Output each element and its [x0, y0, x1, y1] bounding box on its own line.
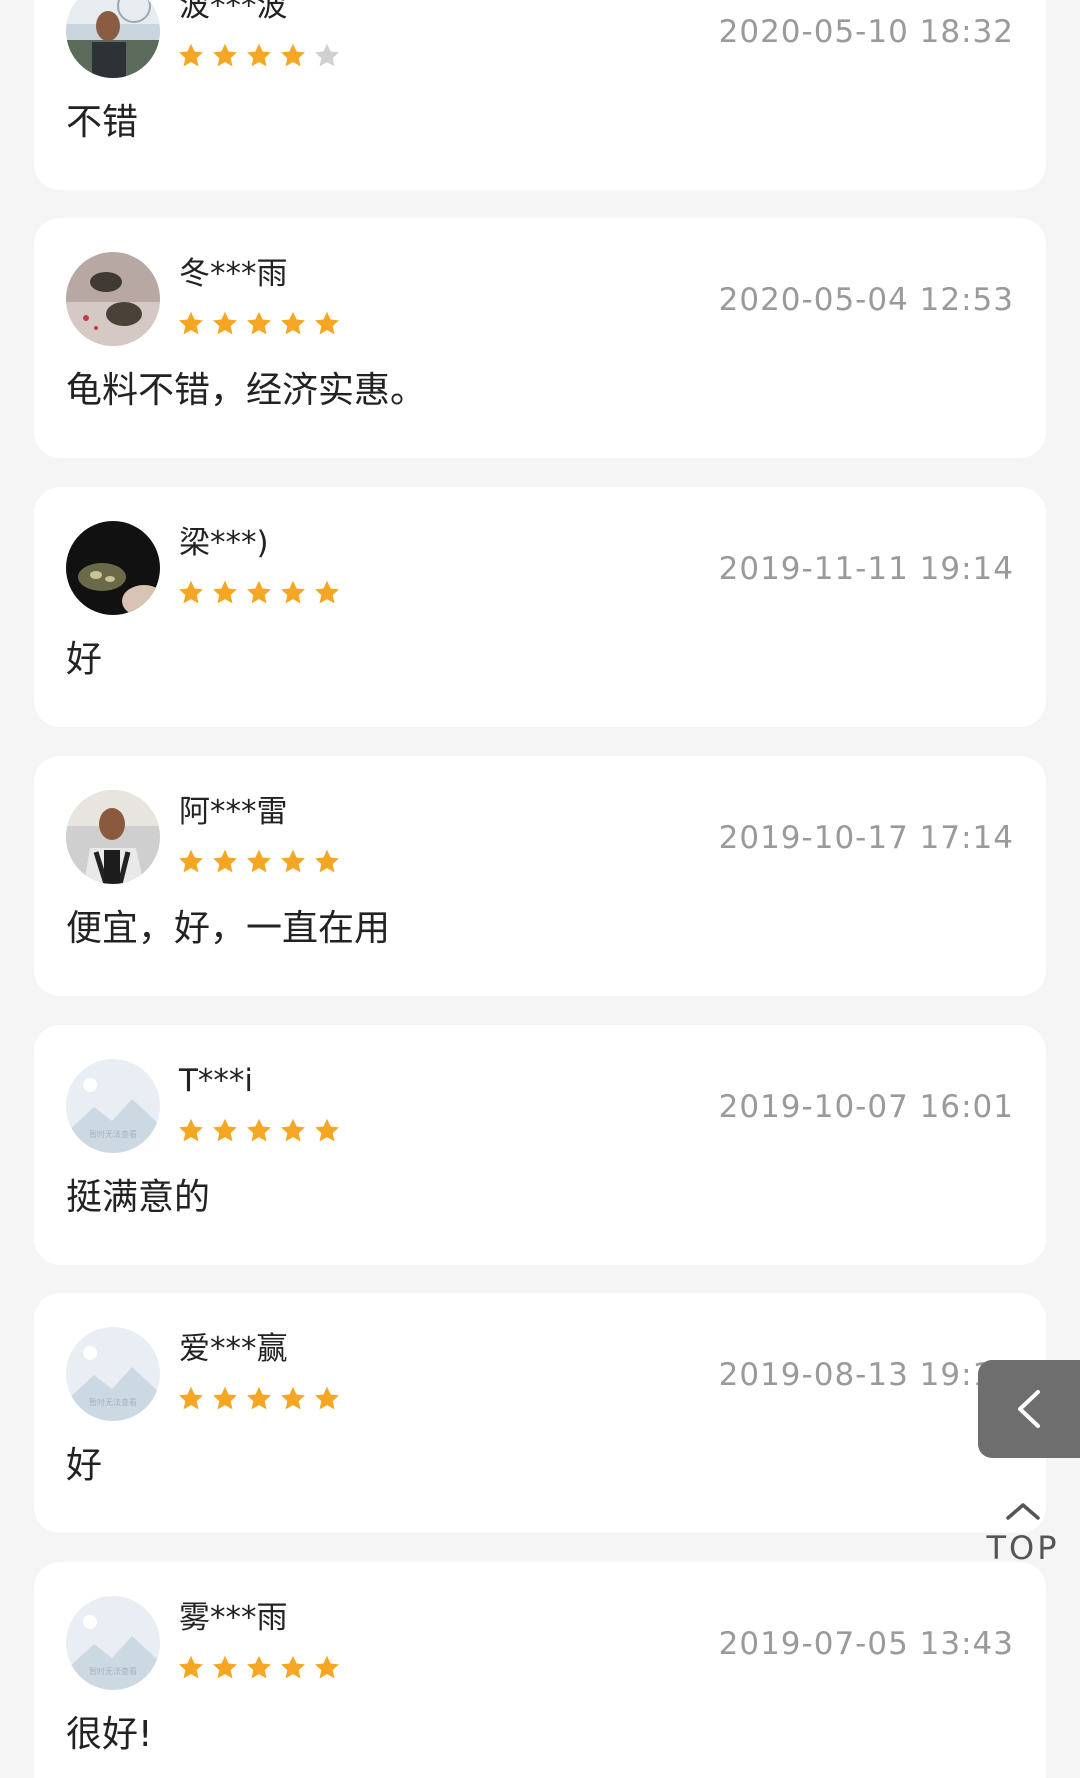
star-rating: [177, 310, 341, 338]
chevron-left-icon: [1018, 1390, 1040, 1428]
username: 爱***赢: [179, 1331, 288, 1367]
review-comment: 很好!: [66, 1714, 153, 1755]
review-page: 波***波 2020-05-10 18:32 不错 冬***雨 2020-05-…: [0, 0, 1080, 1778]
star-filled-icon: [315, 580, 339, 604]
star-filled-icon: [179, 1655, 203, 1679]
review-timestamp: 2019-10-07 16:01: [718, 1089, 1014, 1125]
star-filled-icon: [315, 1386, 339, 1410]
review-comment: 好: [66, 639, 103, 680]
star-filled-icon: [179, 580, 203, 604]
username: 阿***雷: [179, 794, 288, 830]
review-card: 波***波 2020-05-10 18:32 不错: [34, 0, 1046, 190]
username: 冬***雨: [179, 256, 288, 292]
star-filled-icon: [315, 849, 339, 873]
placeholder-caption: 暂时无法查看: [89, 1397, 137, 1407]
username: T***i: [179, 1063, 254, 1099]
star-filled-icon: [213, 580, 237, 604]
image-placeholder-icon: 暂时无法查看: [66, 1596, 160, 1690]
star-filled-icon: [213, 43, 237, 67]
star-empty-icon: [315, 43, 339, 67]
review-comment: 龟料不错，经济实惠。: [66, 370, 427, 411]
review-timestamp: 2019-07-05 13:43: [718, 1626, 1014, 1662]
star-filled-icon: [247, 311, 271, 335]
review-timestamp: 2019-10-17 17:14: [718, 820, 1014, 856]
top-label: TOP: [986, 1529, 1060, 1567]
avatar[interactable]: 暂时无法查看: [66, 1327, 160, 1421]
star-rating: [177, 579, 341, 607]
review-card: 冬***雨 2020-05-04 12:53 龟料不错，经济实惠。: [34, 218, 1046, 458]
star-filled-icon: [179, 311, 203, 335]
avatar[interactable]: 暂时无法查看: [66, 1059, 160, 1153]
username: 梁***): [179, 525, 269, 561]
review-card: 暂时无法查看 雾***雨 2019-07-05 13:43 很好!: [34, 1562, 1046, 1778]
star-filled-icon: [315, 1655, 339, 1679]
star-rating: [177, 42, 341, 70]
star-filled-icon: [213, 311, 237, 335]
star-filled-icon: [281, 311, 305, 335]
star-filled-icon: [281, 580, 305, 604]
star-filled-icon: [247, 1655, 271, 1679]
star-filled-icon: [179, 1118, 203, 1142]
star-filled-icon: [213, 1386, 237, 1410]
review-timestamp: 2019-11-11 19:14: [718, 551, 1014, 587]
placeholder-caption: 暂时无法查看: [89, 1666, 137, 1676]
star-filled-icon: [213, 849, 237, 873]
avatar[interactable]: [66, 0, 160, 78]
star-rating: [177, 1385, 341, 1413]
review-card: 暂时无法查看 T***i 2019-10-07 16:01 挺满意的: [34, 1025, 1046, 1265]
back-button[interactable]: [978, 1360, 1080, 1458]
username: 波***波: [179, 0, 288, 24]
review-card: 阿***雷 2019-10-17 17:14 便宜，好，一直在用: [34, 756, 1046, 996]
review-comment: 便宜，好，一直在用: [66, 908, 391, 949]
star-rating: [177, 1117, 341, 1145]
chevron-up-icon: [1006, 1503, 1040, 1520]
star-filled-icon: [281, 43, 305, 67]
star-filled-icon: [247, 580, 271, 604]
star-filled-icon: [315, 311, 339, 335]
star-filled-icon: [179, 849, 203, 873]
star-filled-icon: [247, 849, 271, 873]
star-filled-icon: [213, 1118, 237, 1142]
back-to-top-button[interactable]: TOP: [982, 1500, 1064, 1572]
review-comment: 挺满意的: [66, 1177, 211, 1218]
username: 雾***雨: [179, 1600, 288, 1636]
avatar[interactable]: [66, 790, 160, 884]
star-rating: [177, 1654, 341, 1682]
image-placeholder-icon: 暂时无法查看: [66, 1059, 160, 1153]
review-card: 暂时无法查看 爱***赢 2019-08-13 19:17 好: [34, 1293, 1046, 1533]
star-filled-icon: [179, 43, 203, 67]
star-filled-icon: [281, 849, 305, 873]
placeholder-caption: 暂时无法查看: [89, 1129, 137, 1139]
star-filled-icon: [281, 1118, 305, 1142]
star-filled-icon: [281, 1655, 305, 1679]
avatar[interactable]: 暂时无法查看: [66, 1596, 160, 1690]
star-filled-icon: [315, 1118, 339, 1142]
star-rating: [177, 848, 341, 876]
review-comment: 好: [66, 1445, 103, 1486]
review-timestamp: 2019-08-13 19:17: [718, 1357, 1014, 1393]
star-filled-icon: [247, 1386, 271, 1410]
image-placeholder-icon: 暂时无法查看: [66, 1327, 160, 1421]
review-timestamp: 2020-05-10 18:32: [718, 14, 1014, 50]
star-filled-icon: [247, 43, 271, 67]
review-card: 梁***) 2019-11-11 19:14 好: [34, 487, 1046, 727]
review-comment: 不错: [66, 102, 139, 143]
star-filled-icon: [179, 1386, 203, 1410]
star-filled-icon: [213, 1655, 237, 1679]
star-filled-icon: [247, 1118, 271, 1142]
avatar[interactable]: [66, 252, 160, 346]
review-timestamp: 2020-05-04 12:53: [718, 282, 1014, 318]
star-filled-icon: [281, 1386, 305, 1410]
avatar[interactable]: [66, 521, 160, 615]
